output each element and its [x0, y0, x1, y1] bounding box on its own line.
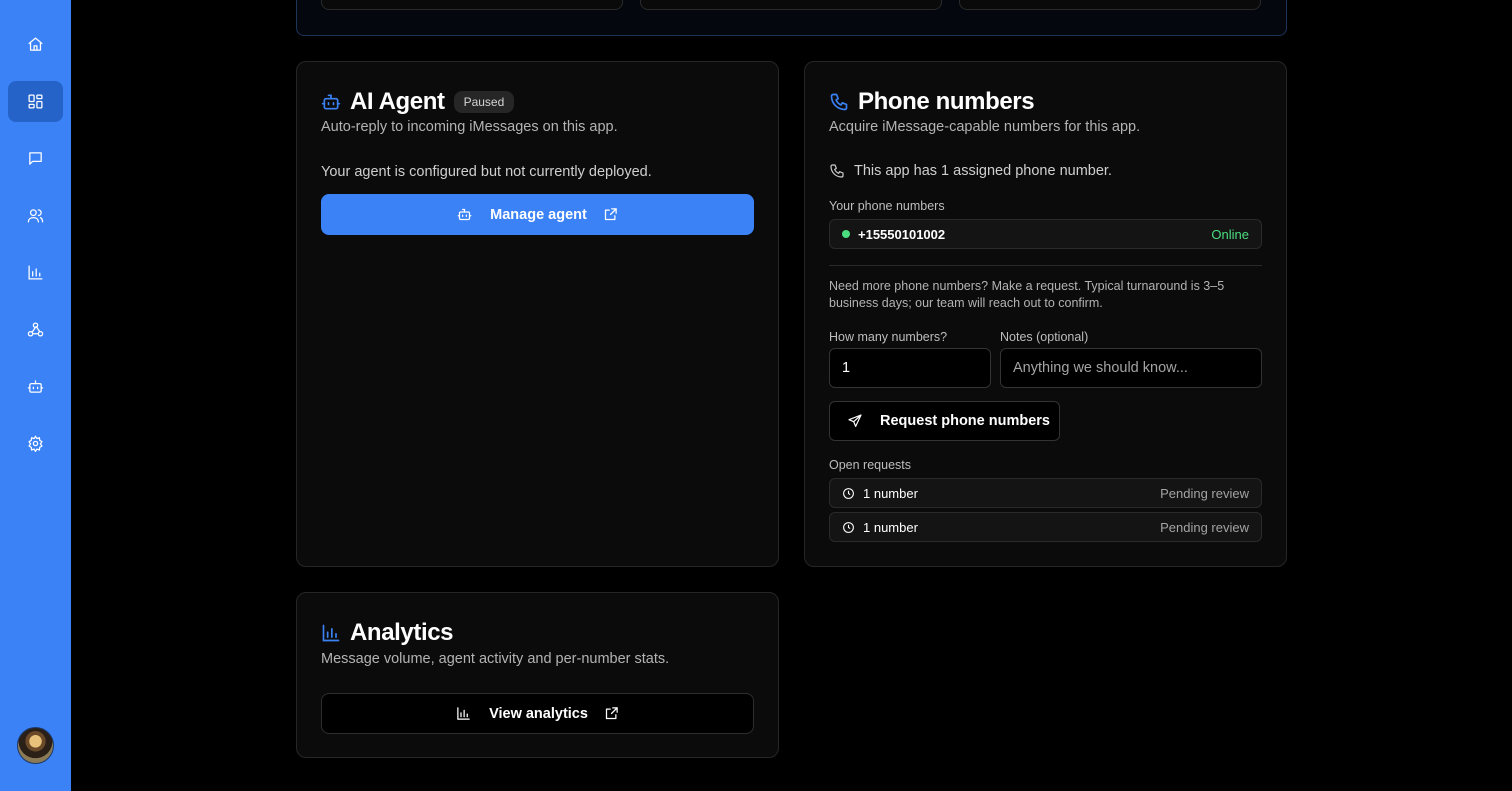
assigned-info: This app has 1 assigned phone number. — [829, 163, 1112, 179]
bar-chart-icon — [322, 624, 340, 642]
ai-agent-subtitle: Auto-reply to incoming iMessages on this… — [321, 119, 618, 135]
stat-card — [640, 0, 942, 10]
bar-chart-icon — [457, 707, 470, 720]
send-icon — [848, 414, 862, 427]
clock-icon — [843, 521, 854, 533]
sidebar-item-agent[interactable] — [8, 366, 63, 407]
analytics-subtitle: Message volume, agent activity and per-n… — [321, 651, 670, 667]
request-button-label: Request phone numbers — [880, 413, 1050, 429]
phone-icon — [830, 93, 848, 111]
notes-label: Notes (optional) — [1000, 330, 1089, 344]
sidebar — [0, 0, 71, 791]
online-dot — [842, 230, 850, 238]
bar-chart-icon — [28, 265, 43, 280]
open-request-row: 1 number Pending review — [829, 512, 1262, 542]
request-status: Pending review — [1160, 485, 1249, 501]
quantity-input[interactable] — [829, 348, 991, 388]
sidebar-item-webhooks[interactable] — [8, 309, 63, 350]
gear-icon — [28, 435, 43, 452]
analytics-header: Analytics — [321, 619, 454, 647]
divider — [829, 265, 1262, 266]
sidebar-item-dashboard[interactable] — [8, 81, 63, 122]
open-requests-label: Open requests — [829, 458, 911, 472]
stat-card — [959, 0, 1261, 10]
request-phone-numbers-button[interactable]: Request phone numbers — [829, 401, 1060, 441]
status-badge: Paused — [453, 91, 515, 113]
open-request-row: 1 number Pending review — [829, 478, 1262, 508]
phone-number-row: +15550101002 Online — [829, 219, 1262, 249]
agent-status-text: Your agent is configured but not current… — [321, 164, 652, 180]
request-info-text: Need more phone numbers? Make a request.… — [829, 279, 1225, 310]
sidebar-item-settings[interactable] — [8, 423, 63, 464]
view-analytics-label: View analytics — [489, 705, 588, 722]
notes-input[interactable] — [1000, 348, 1262, 388]
avatar[interactable] — [17, 727, 54, 764]
stat-card — [321, 0, 623, 10]
your-numbers-label: Your phone numbers — [829, 199, 945, 213]
stats-panel — [296, 0, 1287, 36]
home-icon — [28, 37, 43, 51]
request-text: 1 number — [863, 485, 918, 501]
ai-agent-title: AI Agent — [350, 88, 445, 115]
sidebar-item-home[interactable] — [8, 24, 63, 65]
sidebar-item-analytics[interactable] — [8, 252, 63, 293]
dashboard-icon — [28, 94, 43, 109]
phone-numbers-header: Phone numbers — [829, 88, 1035, 116]
manage-agent-button[interactable]: Manage agent — [321, 194, 754, 235]
phone-number: +15550101002 — [858, 226, 946, 242]
bot-icon — [457, 208, 472, 221]
status-online: Online — [1211, 226, 1249, 242]
phone-numbers-subtitle: Acquire iMessage-capable numbers for thi… — [829, 119, 1141, 135]
sidebar-item-messages[interactable] — [8, 138, 63, 179]
manage-agent-label: Manage agent — [490, 206, 587, 223]
phone-icon — [830, 164, 844, 178]
sidebar-item-contacts[interactable] — [8, 195, 63, 236]
ai-agent-header: AI Agent Paused — [321, 88, 515, 116]
request-status: Pending review — [1160, 519, 1249, 535]
external-link-icon — [605, 707, 618, 720]
how-many-label: How many numbers? — [829, 330, 948, 344]
webhook-icon — [27, 322, 44, 337]
analytics-title: Analytics — [350, 619, 454, 646]
phone-numbers-card: Phone numbers Acquire iMessage-capable n… — [804, 61, 1287, 567]
view-analytics-button[interactable]: View analytics — [321, 693, 754, 734]
phone-numbers-title: Phone numbers — [858, 88, 1035, 115]
users-icon — [27, 209, 44, 223]
clock-icon — [843, 487, 854, 499]
request-text: 1 number — [863, 519, 918, 535]
ai-agent-card: AI Agent Paused Auto-reply to incoming i… — [296, 61, 779, 567]
bot-icon — [27, 380, 44, 393]
analytics-card: Analytics Message volume, agent activity… — [296, 592, 779, 758]
external-link-icon — [604, 208, 617, 221]
assigned-text: This app has 1 assigned phone number. — [854, 163, 1112, 179]
bot-icon — [321, 94, 341, 110]
message-icon — [29, 152, 42, 165]
